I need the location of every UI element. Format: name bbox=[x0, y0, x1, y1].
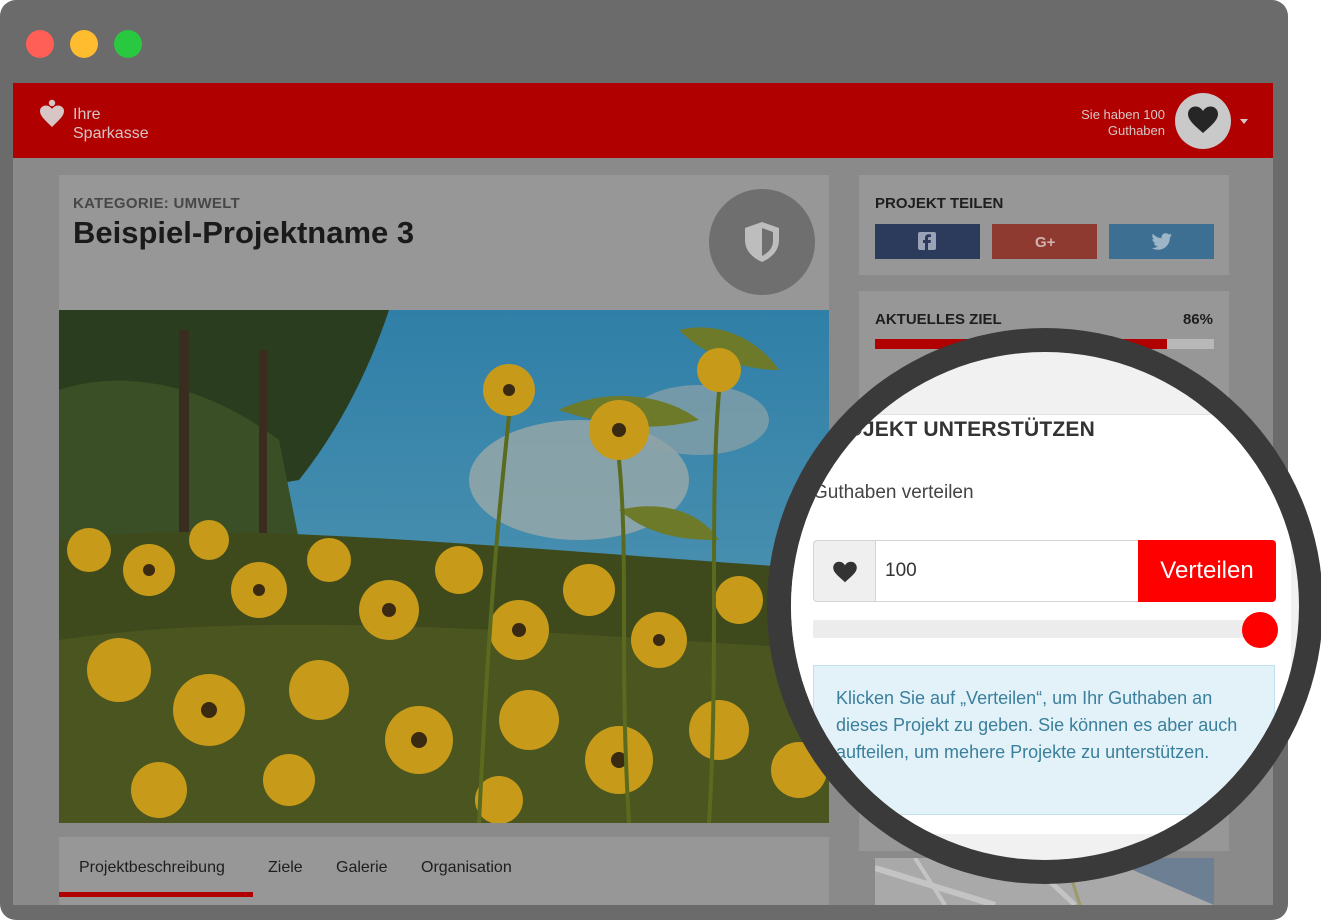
tab-ziele[interactable]: Ziele bbox=[268, 859, 303, 877]
magnifier-lens: ROJEKT UNTERSTÜTZEN Guthaben verteilen V… bbox=[791, 352, 1299, 860]
verteilen-button[interactable]: Verteilen bbox=[1138, 540, 1276, 602]
project-tabs: Projektbeschreibung Ziele Galerie Organi… bbox=[59, 837, 829, 905]
credit-slider-track[interactable] bbox=[813, 620, 1261, 638]
logo-line-1: Ihre bbox=[73, 106, 101, 123]
close-window-button[interactable] bbox=[26, 30, 54, 58]
maximize-window-button[interactable] bbox=[114, 30, 142, 58]
heart-icon bbox=[833, 561, 857, 583]
credits-status: Sie haben 100 Guthaben bbox=[1025, 107, 1165, 139]
twitter-share-button[interactable] bbox=[1109, 224, 1214, 259]
top-navigation-bar: Ihre Sparkasse Sie haben 100 Guthaben bbox=[13, 83, 1273, 158]
minimize-window-button[interactable] bbox=[70, 30, 98, 58]
heart-icon bbox=[1188, 106, 1218, 133]
tab-organisation[interactable]: Organisation bbox=[421, 859, 512, 877]
goal-percent: 86% bbox=[1182, 311, 1213, 328]
svg-text:G+: G+ bbox=[1035, 234, 1056, 251]
facebook-icon bbox=[918, 232, 936, 250]
info-message: Klicken Sie auf „Verteilen“, um Ihr Guth… bbox=[813, 665, 1275, 815]
project-badge bbox=[709, 189, 815, 295]
chevron-down-icon[interactable] bbox=[1240, 119, 1248, 124]
flower-meadow-image bbox=[59, 310, 829, 823]
logo-text: Ihre Sparkasse bbox=[73, 105, 149, 143]
project-header-card: KATEGORIE: UMWELT Beispiel-Projektname 3 bbox=[59, 175, 829, 311]
google-plus-icon: G+ bbox=[1035, 234, 1056, 251]
goal-title: AKTUELLES ZIEL bbox=[875, 311, 1002, 328]
magnifier-overlay: ROJEKT UNTERSTÜTZEN Guthaben verteilen V… bbox=[767, 328, 1321, 884]
logo-line-2: Sparkasse bbox=[73, 125, 149, 142]
shield-icon bbox=[745, 222, 779, 262]
tab-projektbeschreibung[interactable]: Projektbeschreibung bbox=[79, 859, 225, 877]
tab-galerie[interactable]: Galerie bbox=[336, 859, 388, 877]
share-card: PROJEKT TEILEN G+ bbox=[859, 175, 1229, 275]
google-plus-share-button[interactable]: G+ bbox=[992, 224, 1097, 259]
share-title: PROJEKT TEILEN bbox=[875, 195, 1004, 212]
project-category: KATEGORIE: UMWELT bbox=[73, 195, 241, 212]
credit-amount-input[interactable] bbox=[875, 540, 1139, 602]
sparkasse-logo[interactable]: Ihre Sparkasse bbox=[39, 99, 189, 145]
distribute-credits-label: Guthaben verteilen bbox=[813, 482, 974, 503]
user-avatar-button[interactable] bbox=[1175, 93, 1231, 149]
credit-input-group: Verteilen bbox=[813, 540, 1276, 602]
credits-line-1: Sie haben 100 bbox=[1081, 107, 1165, 122]
project-title: Beispiel-Projektname 3 bbox=[73, 215, 415, 250]
support-title: ROJEKT UNTERSTÜTZEN bbox=[831, 418, 1095, 441]
credits-line-2: Guthaben bbox=[1107, 123, 1165, 138]
active-tab-indicator bbox=[59, 892, 253, 897]
credit-input-addon bbox=[813, 540, 875, 602]
project-photo bbox=[59, 310, 829, 823]
heart-person-icon bbox=[40, 99, 64, 127]
twitter-icon bbox=[1151, 233, 1172, 250]
facebook-share-button[interactable] bbox=[875, 224, 980, 259]
credit-slider-handle[interactable] bbox=[1242, 612, 1278, 648]
